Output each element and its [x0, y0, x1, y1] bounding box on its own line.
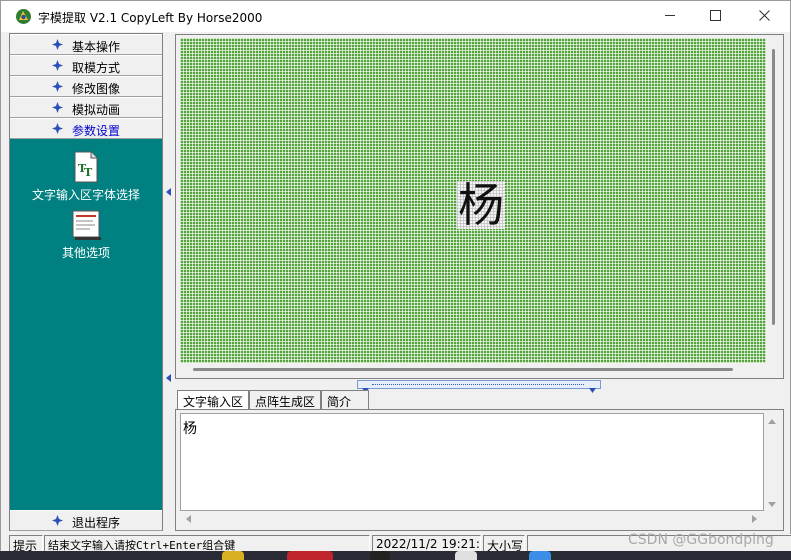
other-options-option[interactable]: 其他选项: [10, 209, 162, 261]
taskbar-app-icon[interactable]: [287, 551, 333, 560]
watermark: CSDN @GGbondping: [628, 532, 774, 548]
taskbar-app-icon[interactable]: [455, 551, 477, 560]
sidebar-item-label: 取模方式: [72, 61, 121, 75]
svg-text:T: T: [84, 166, 93, 179]
options-doc-icon: [71, 209, 101, 241]
window-title: 字模提取 V2.1 CopyLeft By Horse2000: [38, 11, 263, 25]
dot-matrix-panel: 杨: [175, 34, 784, 379]
status-hint-label: 提示: [9, 535, 43, 552]
status-hint-text: 结束文字输入请按Ctrl+Enter组合键: [44, 535, 370, 552]
other-options-label: 其他选项: [61, 246, 110, 260]
character-glyph: 杨: [458, 181, 504, 229]
scroll-left-icon: [186, 515, 191, 526]
splitter-grip: [372, 384, 584, 385]
sidebar-item-basic-ops[interactable]: 基本操作: [10, 34, 162, 55]
tab-intro[interactable]: 简介: [321, 390, 369, 410]
diamond-bullet-icon: [52, 515, 63, 526]
sidebar-item-label: 模拟动画: [72, 103, 121, 117]
scroll-down-icon: [768, 500, 776, 510]
sidebar: 基本操作 取模方式 修改图像 模拟动画 参数设置 T T 文字输入区字体选择 其…: [9, 33, 163, 531]
settings-panel: T T 文字输入区字体选择 其他选项: [10, 139, 162, 510]
scroll-right-icon: [752, 515, 757, 526]
tab-text-input[interactable]: 文字输入区: [177, 390, 249, 411]
close-icon: [758, 9, 770, 24]
sidebar-item-settings[interactable]: 参数设置: [10, 118, 162, 139]
sidebar-item-exit[interactable]: 退出程序: [10, 510, 162, 531]
text-input-panel: 杨: [175, 409, 784, 531]
diamond-bullet-icon: [52, 81, 63, 92]
tab-dot-matrix[interactable]: 点阵生成区: [249, 390, 321, 410]
status-datetime: 2022/11/2 19:21:49: [372, 535, 481, 552]
diamond-bullet-icon: [52, 60, 63, 71]
minimize-icon: [664, 10, 676, 24]
taskbar-app-icon[interactable]: [222, 551, 244, 560]
font-select-option[interactable]: T T 文字输入区字体选择: [10, 151, 162, 203]
taskbar-app-icon[interactable]: [370, 551, 390, 560]
text-horizontal-scrollbar[interactable]: [180, 511, 764, 527]
sidebar-item-animation[interactable]: 模拟动画: [10, 97, 162, 118]
status-caps: 大小写: [483, 535, 525, 552]
sidebar-item-label: 参数设置: [72, 124, 121, 138]
tab-bar: 文字输入区 点阵生成区 简介: [177, 390, 437, 411]
maximize-button[interactable]: [692, 1, 738, 32]
dot-matrix-grid[interactable]: 杨: [180, 38, 766, 363]
minimize-button[interactable]: [647, 1, 693, 32]
taskbar-app-icon[interactable]: [529, 551, 551, 560]
diamond-bullet-icon: [52, 102, 63, 113]
horizontal-splitter[interactable]: [357, 380, 601, 393]
diamond-bullet-icon: [52, 39, 63, 50]
collapse-left-icon: [166, 371, 172, 382]
title-bar[interactable]: 字模提取 V2.1 CopyLeft By Horse2000: [1, 1, 790, 32]
sidebar-item-edit-image[interactable]: 修改图像: [10, 76, 162, 97]
character-cell[interactable]: 杨: [457, 181, 505, 229]
maximize-icon: [709, 9, 721, 24]
exit-label: 退出程序: [72, 516, 121, 530]
font-select-label: 文字输入区字体选择: [31, 188, 140, 202]
app-logo-icon: [15, 8, 32, 25]
sidebar-item-label: 修改图像: [72, 82, 121, 96]
diamond-bullet-icon: [52, 123, 63, 134]
sidebar-item-label: 基本操作: [72, 40, 121, 54]
taskbar: [0, 551, 791, 560]
close-button[interactable]: [738, 1, 790, 32]
matrix-vertical-scrollbar[interactable]: [772, 49, 775, 325]
collapse-down-icon: [589, 382, 596, 396]
matrix-horizontal-scrollbar[interactable]: [193, 368, 733, 371]
sidebar-item-mode[interactable]: 取模方式: [10, 55, 162, 76]
text-input-field[interactable]: 杨: [180, 413, 764, 511]
collapse-left-icon: [166, 185, 172, 196]
scroll-up-icon: [768, 417, 776, 427]
font-tt-icon: T T: [71, 151, 101, 183]
app-window: 字模提取 V2.1 CopyLeft By Horse2000 基本操作 取模方…: [0, 0, 791, 552]
vertical-splitter[interactable]: [164, 33, 174, 533]
text-vertical-scrollbar[interactable]: [764, 413, 780, 511]
